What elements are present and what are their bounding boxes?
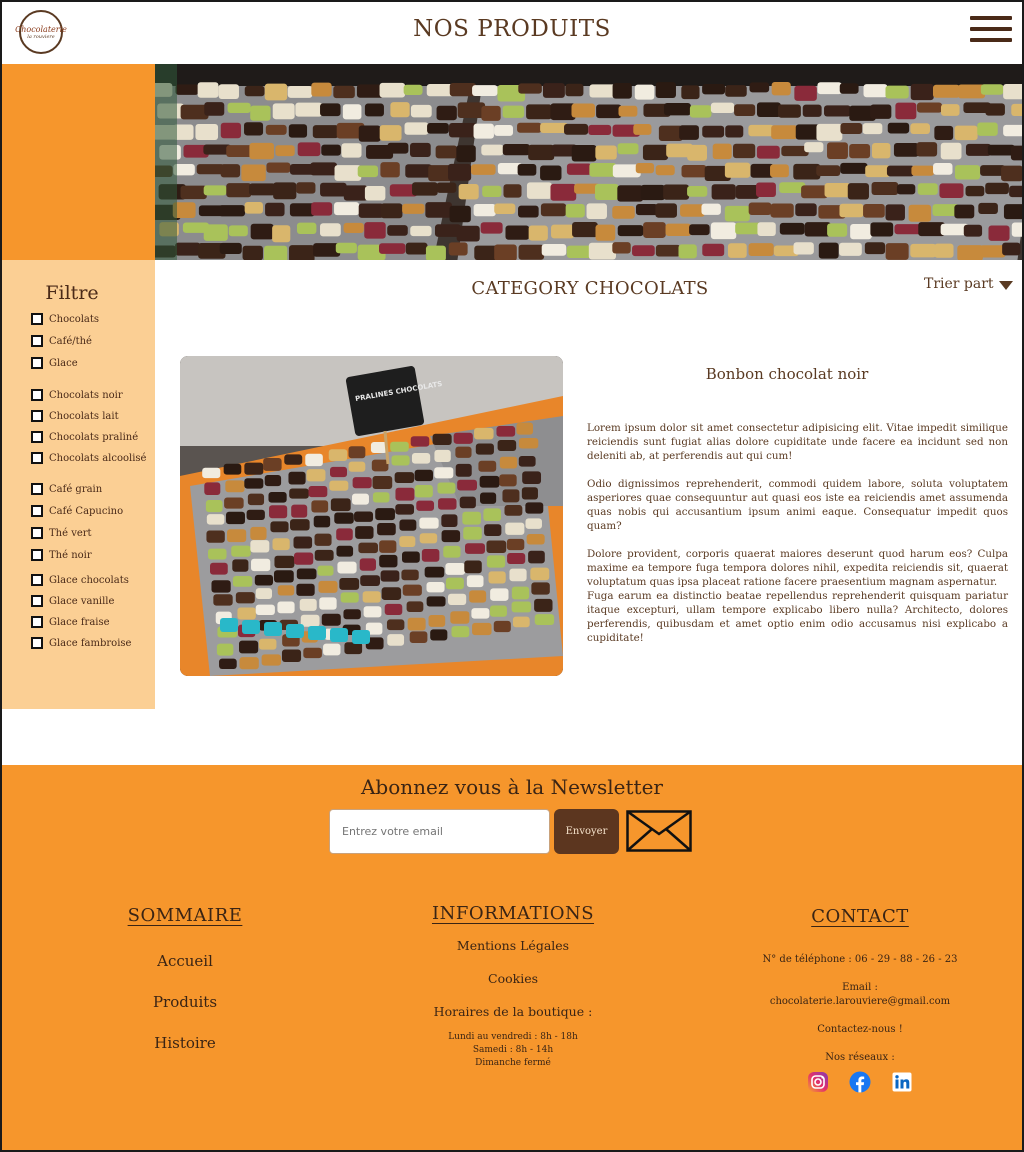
filter-option-label: Glace fraise <box>49 616 110 628</box>
filter-option-the-vert[interactable]: Thé vert <box>31 526 92 540</box>
filter-option-label: Chocolats praliné <box>49 431 139 443</box>
filter-option-label: Glace fambroise <box>49 637 132 649</box>
filter-option-cafe-grain[interactable]: Café grain <box>31 482 102 496</box>
newsletter-email-input[interactable] <box>329 809 550 854</box>
caret-down-icon <box>998 280 1013 290</box>
product-paragraph: Lorem ipsum dolor sit amet consectetur a… <box>587 422 1008 462</box>
checkbox[interactable] <box>31 452 43 464</box>
product-image[interactable]: PRALINES CHOCOLATS <box>180 356 563 676</box>
footer-informations: INFORMATIONS Mentions Légales Cookies Ho… <box>413 903 613 1070</box>
filter-option-chocolats-praline[interactable]: Chocolats praliné <box>31 430 138 444</box>
product-name: Bonbon chocolat noir <box>705 365 869 383</box>
hours-title: Horaires de la boutique : <box>433 1004 593 1019</box>
footer-link-accueil[interactable]: Accueil <box>85 952 285 970</box>
filter-option-chocolats-lait[interactable]: Chocolats lait <box>31 409 119 423</box>
footer-link-cookies[interactable]: Cookies <box>413 971 613 986</box>
checkbox[interactable] <box>31 637 43 649</box>
checkbox[interactable] <box>31 595 43 607</box>
informations-title: INFORMATIONS <box>431 903 595 924</box>
checkbox[interactable] <box>31 357 43 369</box>
checkbox[interactable] <box>31 313 43 325</box>
filter-option-label: Chocolats noir <box>49 389 123 401</box>
linkedin-icon[interactable] <box>891 1071 913 1093</box>
checkbox[interactable] <box>31 335 43 347</box>
checkbox[interactable] <box>31 431 43 443</box>
envelope-icon <box>626 810 692 852</box>
product-paragraph: Fuga earum ea distinctio beatae repellen… <box>587 590 1008 644</box>
filter-option-glace-chocolats[interactable]: Glace chocolats <box>31 573 129 587</box>
checkbox[interactable] <box>31 616 43 628</box>
newsletter-submit-button[interactable]: Envoyer <box>554 809 619 854</box>
header: Chocolaterie la rouviere NOS PRODUITS <box>2 2 1022 64</box>
newsletter-title: Abonnez vous à la Newsletter <box>360 775 663 799</box>
hours-sunday: Dimanche fermé <box>475 1058 551 1068</box>
filter-option-glace-fraise[interactable]: Glace fraise <box>31 615 110 629</box>
checkbox[interactable] <box>31 389 43 401</box>
sort-label: Trier part <box>924 276 994 292</box>
filter-option-label: Café/thé <box>49 335 92 347</box>
filter-option-chocolats-noir[interactable]: Chocolats noir <box>31 388 123 402</box>
checkbox[interactable] <box>31 410 43 422</box>
contact-title: CONTACT <box>811 906 909 927</box>
filter-option-label: Café Capucino <box>49 505 124 517</box>
hamburger-menu-icon[interactable] <box>970 16 1012 44</box>
product-paragraph: Dolore provident, corporis quaerat maior… <box>587 548 1008 588</box>
social-links <box>730 1071 990 1093</box>
hero-chocolates-image <box>155 64 1022 260</box>
filter-option-glace-framboise[interactable]: Glace fambroise <box>31 636 131 650</box>
checkbox[interactable] <box>31 527 43 539</box>
checkbox[interactable] <box>31 483 43 495</box>
footer-link-mentions-legales[interactable]: Mentions Légales <box>413 938 613 953</box>
product-paragraph: Odio dignissimos reprehenderit, commodi … <box>587 478 1008 532</box>
filter-option-label: Café grain <box>49 483 103 495</box>
footer-link-produits[interactable]: Produits <box>85 993 285 1011</box>
hours-saturday: Samedi : 8h - 14h <box>472 1045 554 1055</box>
filter-sidebar: Filtre Chocolats Café/thé Glace Chocolat… <box>2 260 155 709</box>
filter-option-label: Chocolats alcoolisé <box>49 452 147 464</box>
contact-email-link[interactable]: chocolaterie.larouviere@gmail.com <box>730 995 990 1009</box>
category-title: CATEGORY CHOCOLATS <box>471 278 709 299</box>
filter-title: Filtre <box>45 282 99 304</box>
footer-link-histoire[interactable]: Histoire <box>85 1034 285 1052</box>
filter-option-cafe-capucino[interactable]: Café Capucino <box>31 504 123 518</box>
filter-option-glace-vanille[interactable]: Glace vanille <box>31 594 114 608</box>
sort-dropdown[interactable]: Trier part <box>924 276 1013 292</box>
filter-option-label: Chocolats lait <box>49 410 119 422</box>
networks-label: Nos réseaux : <box>825 1052 895 1063</box>
page-title: NOS PRODUITS <box>413 16 611 42</box>
hours-weekdays: Lundi au vendredi : 8h - 18h <box>448 1032 578 1042</box>
footer-sommaire: SOMMAIRE Accueil Produits Histoire <box>85 905 285 1052</box>
filter-option-chocolats-alcoolise[interactable]: Chocolats alcoolisé <box>31 451 146 465</box>
checkbox[interactable] <box>31 574 43 586</box>
filter-option-label: Glace vanille <box>49 595 115 607</box>
filter-option-chocolats[interactable]: Chocolats <box>31 312 99 326</box>
instagram-icon[interactable] <box>807 1071 829 1093</box>
product-description: Lorem ipsum dolor sit amet consectetur a… <box>587 421 1008 659</box>
contact-email-label: Email : <box>842 982 878 993</box>
filter-option-label: Chocolats <box>49 313 100 325</box>
checkbox[interactable] <box>31 549 43 561</box>
filter-option-label: Glace <box>49 357 78 369</box>
contact-phone: N° de téléphone : 06 - 29 - 88 - 26 - 23 <box>762 954 958 965</box>
filter-option-cafe-the[interactable]: Café/thé <box>31 334 92 348</box>
filter-option-label: Glace chocolats <box>49 574 129 586</box>
footer: Abonnez vous à la Newsletter Envoyer SOM… <box>2 765 1022 1150</box>
contact-us-link[interactable]: Contactez-nous ! <box>730 1023 990 1037</box>
sommaire-title: SOMMAIRE <box>127 905 243 926</box>
hero-orange-panel <box>2 64 155 260</box>
checkbox[interactable] <box>31 505 43 517</box>
filter-option-label: Thé vert <box>49 527 92 539</box>
facebook-icon[interactable] <box>849 1071 871 1093</box>
filter-option-glace[interactable]: Glace <box>31 356 78 370</box>
filter-option-label: Thé noir <box>49 549 92 561</box>
filter-option-the-noir[interactable]: Thé noir <box>31 548 92 562</box>
footer-contact: CONTACT N° de téléphone : 06 - 29 - 88 -… <box>730 906 990 1093</box>
